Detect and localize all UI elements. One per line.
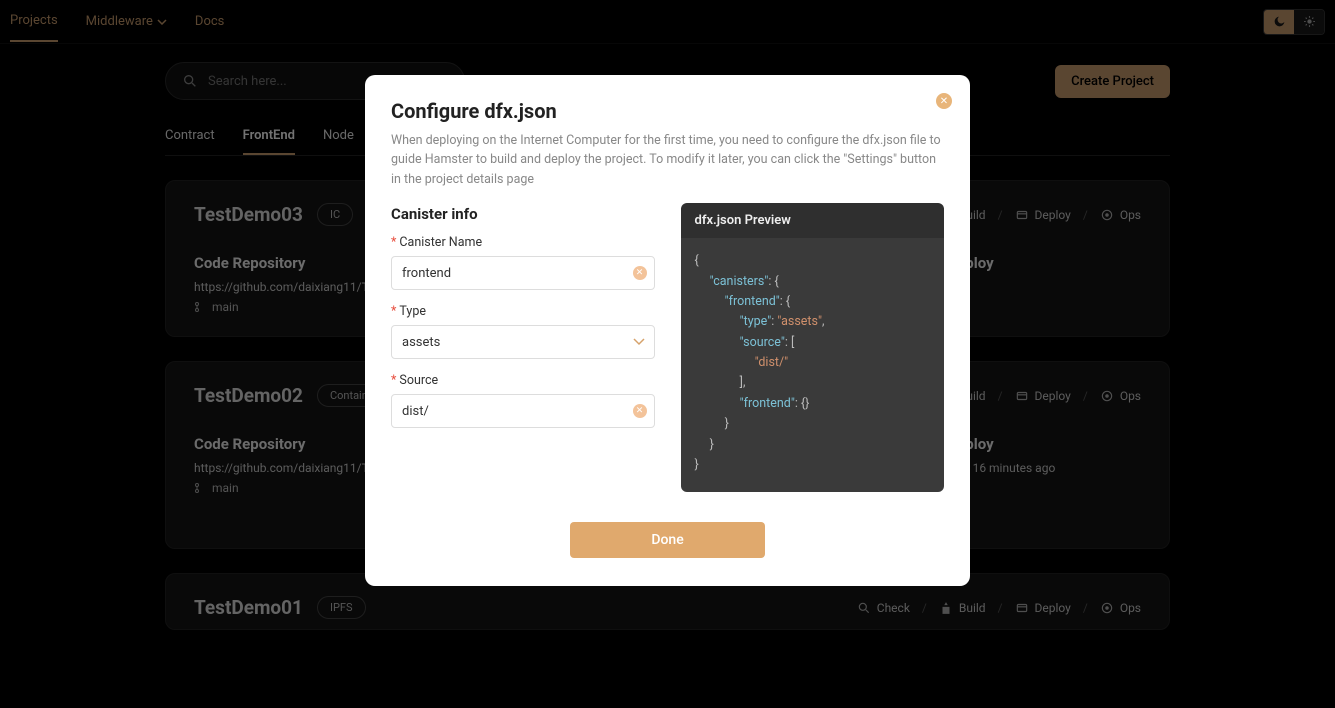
json-preview-title: dfx.json Preview: [681, 203, 945, 238]
source-label: *Source: [391, 373, 655, 388]
clear-icon[interactable]: ✕: [633, 266, 647, 280]
modal-overlay: ✕ Configure dfx.json When deploying on t…: [0, 0, 1335, 708]
modal-description: When deploying on the Internet Computer …: [391, 131, 944, 189]
json-preview: dfx.json Preview { "canisters": { "front…: [681, 203, 945, 492]
json-preview-body: { "canisters": { "frontend": { "type": "…: [681, 238, 945, 492]
field-type: *Type assets: [391, 304, 655, 359]
field-source: *Source ✕: [391, 373, 655, 428]
type-select[interactable]: assets: [391, 325, 655, 359]
canister-name-input[interactable]: [391, 256, 655, 290]
done-button[interactable]: Done: [570, 522, 765, 558]
field-canister-name: *Canister Name ✕: [391, 235, 655, 290]
configure-dfx-modal: ✕ Configure dfx.json When deploying on t…: [365, 75, 970, 586]
source-input[interactable]: [391, 394, 655, 428]
canister-info-title: Canister info: [391, 205, 655, 223]
close-icon[interactable]: ✕: [936, 93, 952, 109]
modal-title: Configure dfx.json: [391, 99, 944, 123]
type-label: *Type: [391, 304, 655, 319]
canister-form: Canister info *Canister Name ✕ *Type ass…: [391, 203, 655, 492]
clear-icon[interactable]: ✕: [633, 404, 647, 418]
modal-body: Canister info *Canister Name ✕ *Type ass…: [391, 203, 944, 492]
canister-name-label: *Canister Name: [391, 235, 655, 250]
